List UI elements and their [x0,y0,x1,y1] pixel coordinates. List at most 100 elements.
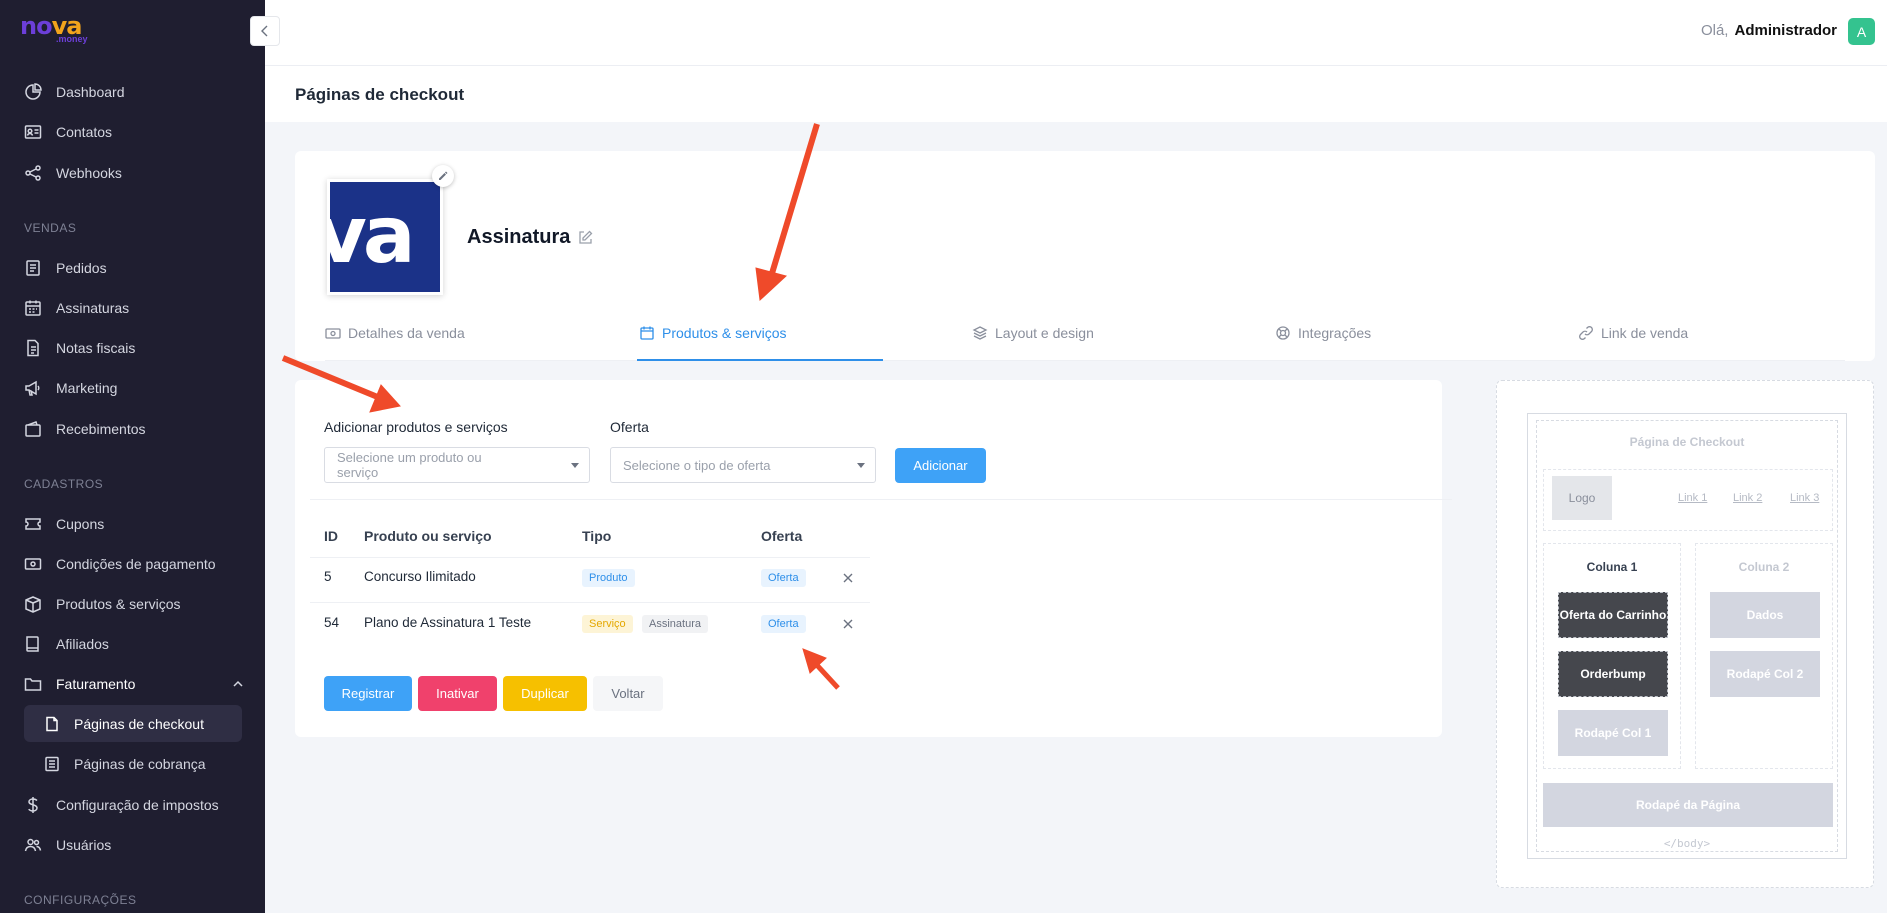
divider [310,499,1452,500]
offer-field-label: Oferta [610,419,649,435]
tab-layout-design[interactable]: Layout e design [972,321,1212,361]
page-title: Páginas de checkout [295,85,465,104]
product-select[interactable]: Selecione um produto ou serviço [324,447,590,483]
sidebar-item-condicoes-pagamento[interactable]: Condições de pagamento [24,552,216,576]
chevron-left-icon [261,25,268,37]
products-card: Adicionar produtos e serviços Selecione … [295,380,1452,737]
document-icon [27,339,39,357]
calendar-icon [25,300,41,316]
back-button[interactable]: Voltar [593,676,663,711]
sidebar-item-cupons[interactable]: Cupons [24,512,104,536]
ticket-icon [25,518,41,530]
sidebar-item-webhooks[interactable]: Webhooks [24,161,122,185]
caret-down-icon [571,463,579,468]
preview-link: Link 3 [1790,492,1820,504]
pencil-icon [439,171,448,180]
tab-link-venda[interactable]: Link de venda [1578,321,1818,361]
sidebar-subitem-paginas-checkout[interactable]: Páginas de checkout [44,712,204,736]
megaphone-icon [25,380,40,396]
remove-icon[interactable] [841,571,855,585]
preview-column-1: Coluna 1 Oferta do Carrinho Orderbump Ro… [1543,543,1681,769]
type-badge: Assinatura [642,615,708,633]
sidebar-item-pedidos[interactable]: Pedidos [24,256,107,280]
receipt-icon [26,260,40,276]
col-header-offer: Oferta [761,528,803,544]
user-greeting[interactable]: Olá, Administrador [1701,22,1837,39]
sidebar-item-faturamento[interactable]: Faturamento [24,672,244,696]
section-configuracoes: CONFIGURAÇÕES [24,893,137,907]
wallet-icon [25,421,41,437]
dashboard-icon [25,83,42,100]
duplicate-button[interactable]: Duplicar [503,676,587,711]
product-header-card: va Assinatura Detalhes da venda Produtos… [295,151,1875,361]
tab-bar: Detalhes da venda Produtos & serviços La… [325,321,1845,361]
avatar[interactable]: A [1848,18,1875,45]
sidebar-item-usuarios[interactable]: Usuários [24,833,111,857]
sidebar-item-assinaturas[interactable]: Assinaturas [24,296,129,320]
cash-icon [24,558,42,570]
preview-logo: Logo [1552,476,1612,520]
type-badge: Produto [582,569,635,587]
checkout-preview-card: Página de Checkout Logo Link 1 Link 2 Li… [1496,380,1874,888]
preview-footer: Rodapé da Página [1543,783,1833,827]
layers-icon [972,326,988,340]
file-icon [46,716,58,732]
product-name: Assinatura [467,226,593,249]
sidebar-item-notas-fiscais[interactable]: Notas fiscais [24,336,135,360]
chevron-up-icon [233,680,243,687]
add-button[interactable]: Adicionar [895,448,986,483]
sidebar-item-dashboard[interactable]: Dashboard [24,80,125,104]
sidebar: nova .money Dashboard Contatos Webhooks … [0,0,265,913]
tab-produtos-servicos[interactable]: Produtos & serviços [637,321,883,361]
sidebar-item-produtos-servicos[interactable]: Produtos & serviços [24,592,181,616]
col-header-product: Produto ou serviço [364,528,492,544]
box-icon [25,596,41,613]
section-vendas: VENDAS [24,221,77,235]
caret-down-icon [857,463,865,468]
preview-block: Rodapé Col 1 [1558,710,1668,756]
offer-badge[interactable]: Oferta [761,569,806,587]
sidebar-item-impostos[interactable]: Configuração de impostos [24,793,219,817]
edit-image-button[interactable] [432,165,454,187]
section-cadastros: CADASTROS [24,477,104,491]
register-button[interactable]: Registrar [324,676,412,711]
money-icon [325,328,341,339]
contact-card-icon [24,125,42,139]
folder-icon [24,678,42,691]
offer-badge[interactable]: Oferta [761,615,806,633]
lifebuoy-icon [1276,326,1290,340]
row-divider [310,602,870,603]
brand-logo[interactable]: nova .money [20,14,90,46]
sidebar-subitem-paginas-cobranca[interactable]: Páginas de cobrança [44,752,206,776]
preview-block: Dados [1710,592,1820,638]
row-divider [310,557,870,558]
sidebar-collapse-button[interactable] [250,16,280,46]
sidebar-item-afiliados[interactable]: Afiliados [24,632,109,656]
book-icon [26,636,39,652]
preview-block: Rodapé Col 2 [1710,651,1820,697]
remove-icon[interactable] [841,617,855,631]
preview-frame: Página de Checkout Logo Link 1 Link 2 Li… [1527,413,1847,859]
sidebar-item-marketing[interactable]: Marketing [24,376,117,400]
preview-page: Página de Checkout Logo Link 1 Link 2 Li… [1536,420,1838,852]
offer-select[interactable]: Selecione o tipo de oferta [610,447,876,483]
preview-column-2: Coluna 2 Dados Rodapé Col 2 [1695,543,1833,769]
top-bar: Olá, Administrador A [265,0,1887,66]
sidebar-item-recebimentos[interactable]: Recebimentos [24,417,146,441]
type-badge: Serviço [582,615,633,633]
sidebar-item-contatos[interactable]: Contatos [24,120,112,144]
edit-icon[interactable] [578,230,593,245]
preview-link: Link 2 [1733,492,1763,504]
product-image: va [327,179,443,295]
preview-link: Link 1 [1678,492,1708,504]
preview-title: Página de Checkout [1629,435,1745,449]
inactivate-button[interactable]: Inativar [418,676,497,711]
tab-integracoes[interactable]: Integrações [1275,321,1515,361]
invoice-icon [45,756,59,772]
preview-header: Logo Link 1 Link 2 Link 3 [1543,469,1833,531]
link-icon [1579,326,1593,340]
share-nodes-icon [25,165,41,181]
calendar-box-icon [640,326,654,340]
col-header-id: ID [324,528,338,544]
tab-detalhes-venda[interactable]: Detalhes da venda [325,321,585,361]
